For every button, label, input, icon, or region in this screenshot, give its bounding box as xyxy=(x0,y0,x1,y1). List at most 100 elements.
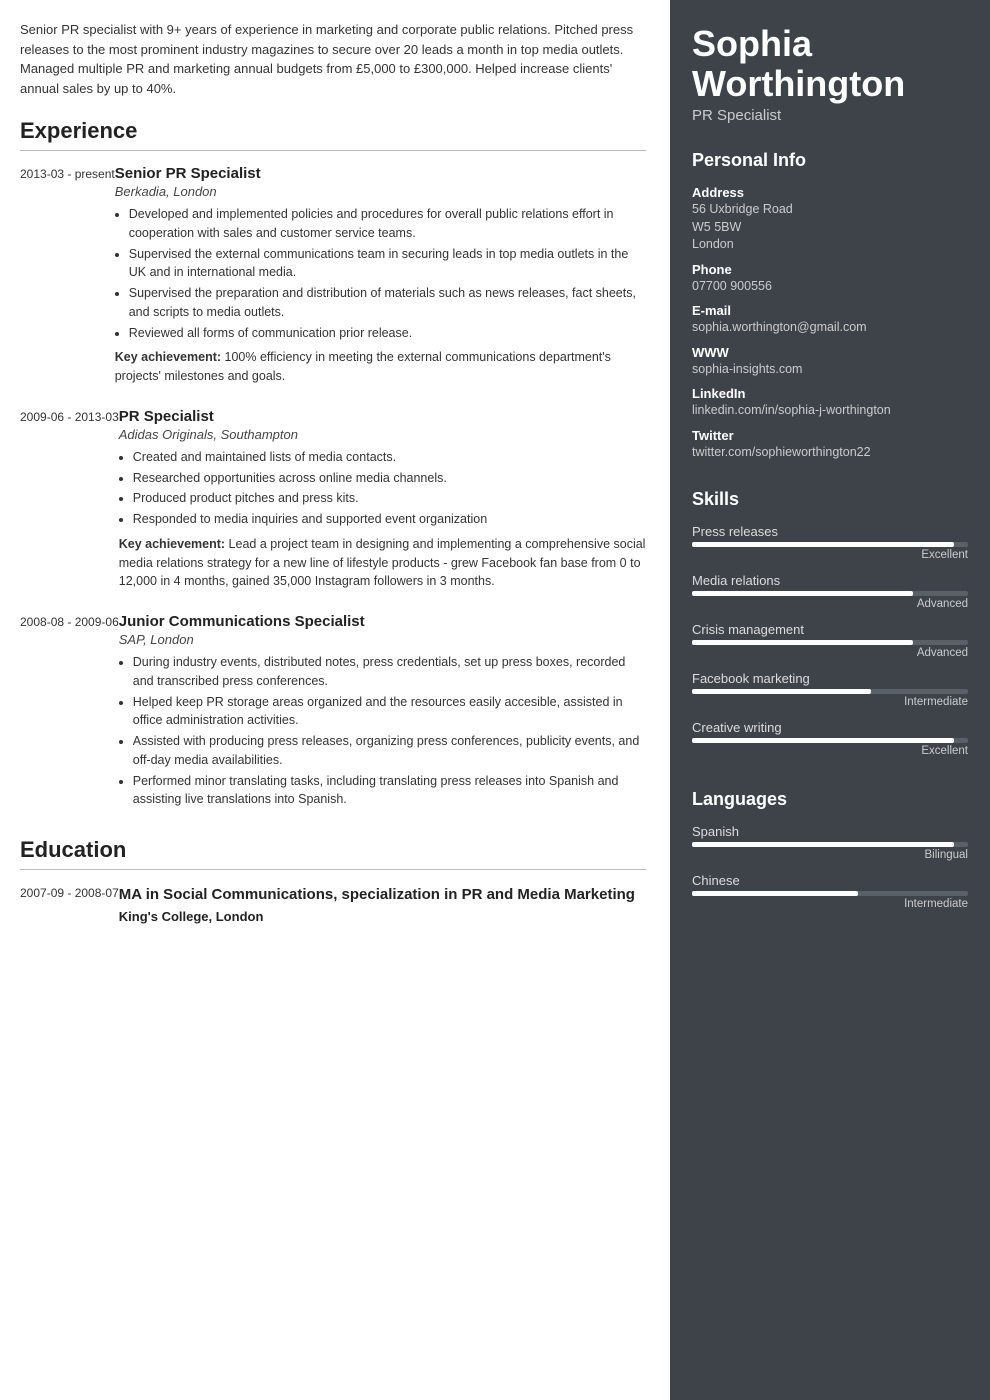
twitter-value: twitter.com/sophieworthington22 xyxy=(692,444,968,462)
edu-school: King's College, London xyxy=(119,909,635,924)
personal-info-title: Personal Info xyxy=(692,150,968,175)
bullet: Developed and implemented policies and p… xyxy=(129,205,646,243)
twitter-label: Twitter xyxy=(692,428,968,443)
skill-item: Facebook marketing Intermediate xyxy=(692,671,968,708)
address-label: Address xyxy=(692,185,968,200)
exp-job-title: Junior Communications Specialist xyxy=(119,613,646,630)
lang-bar-bg xyxy=(692,842,968,847)
exp-content: Senior PR Specialist Berkadia, London De… xyxy=(115,165,646,386)
bullet: During industry events, distributed note… xyxy=(133,653,646,691)
exp-bullets: During industry events, distributed note… xyxy=(119,653,646,809)
exp-company: Adidas Originals, Southampton xyxy=(119,427,646,442)
skill-bar-fill xyxy=(692,542,954,547)
key-achievement: Key achievement: 100% efficiency in meet… xyxy=(115,348,646,386)
email-value: sophia.worthington@gmail.com xyxy=(692,319,968,337)
bullet: Responded to media inquiries and support… xyxy=(133,510,646,529)
bullet: Created and maintained lists of media co… xyxy=(133,448,646,467)
key-achievement: Key achievement: Lead a project team in … xyxy=(119,535,646,591)
right-column: SophiaWorthington PR Specialist Personal… xyxy=(670,0,990,1400)
personal-info-section: Personal Info Address 56 Uxbridge Road W… xyxy=(670,136,990,475)
skill-name: Facebook marketing xyxy=(692,671,968,686)
skills-list: Press releases Excellent Media relations… xyxy=(692,524,968,757)
exp-job-title: Senior PR Specialist xyxy=(115,165,646,182)
www-label: WWW xyxy=(692,345,968,360)
lang-name: Spanish xyxy=(692,824,968,839)
bullet: Helped keep PR storage areas organized a… xyxy=(133,693,646,731)
skill-name: Press releases xyxy=(692,524,968,539)
skill-name: Crisis management xyxy=(692,622,968,637)
bullet: Supervised the preparation and distribut… xyxy=(129,284,646,322)
email-label: E-mail xyxy=(692,303,968,318)
lang-name: Chinese xyxy=(692,873,968,888)
summary: Senior PR specialist with 9+ years of ex… xyxy=(20,20,646,98)
education-title: Education xyxy=(20,837,646,863)
skill-name: Media relations xyxy=(692,573,968,588)
skill-bar-bg xyxy=(692,738,968,743)
education-list: 2007-09 - 2008-07 MA in Social Communica… xyxy=(20,884,646,924)
skill-level: Intermediate xyxy=(692,696,968,708)
skill-level: Excellent xyxy=(692,745,968,757)
skill-bar-bg xyxy=(692,640,968,645)
lang-level: Intermediate xyxy=(692,898,968,910)
skill-bar-bg xyxy=(692,689,968,694)
edu-dates: 2007-09 - 2008-07 xyxy=(20,884,119,924)
linkedin-label: LinkedIn xyxy=(692,386,968,401)
experience-item: 2008-08 - 2009-06 Junior Communications … xyxy=(20,613,646,815)
education-divider xyxy=(20,869,646,870)
skill-item: Crisis management Advanced xyxy=(692,622,968,659)
skills-section: Skills Press releases Excellent Media re… xyxy=(670,475,990,775)
bullet: Reviewed all forms of communication prio… xyxy=(129,324,646,343)
linkedin-value: linkedin.com/in/sophia-j-worthington xyxy=(692,402,968,420)
exp-dates: 2013-03 - present xyxy=(20,165,115,386)
skill-bar-bg xyxy=(692,591,968,596)
lang-level: Bilingual xyxy=(692,849,968,861)
lang-bar-fill xyxy=(692,891,858,896)
candidate-name: SophiaWorthington xyxy=(692,24,968,103)
skill-bar-fill xyxy=(692,591,913,596)
experience-divider xyxy=(20,150,646,151)
bullet: Assisted with producing press releases, … xyxy=(133,732,646,770)
languages-section: Languages Spanish Bilingual Chinese Inte… xyxy=(670,775,990,928)
edu-degree: MA in Social Communications, specializat… xyxy=(119,884,635,905)
exp-content: Junior Communications Specialist SAP, Lo… xyxy=(119,613,646,815)
education-item: 2007-09 - 2008-07 MA in Social Communica… xyxy=(20,884,646,924)
skill-item: Media relations Advanced xyxy=(692,573,968,610)
exp-company: SAP, London xyxy=(119,632,646,647)
exp-company: Berkadia, London xyxy=(115,184,646,199)
bullet: Supervised the external communications t… xyxy=(129,245,646,283)
phone-value: 07700 900556 xyxy=(692,278,968,296)
languages-list: Spanish Bilingual Chinese Intermediate xyxy=(692,824,968,910)
language-item: Spanish Bilingual xyxy=(692,824,968,861)
exp-dates: 2008-08 - 2009-06 xyxy=(20,613,119,815)
skill-bar-bg xyxy=(692,542,968,547)
exp-job-title: PR Specialist xyxy=(119,408,646,425)
www-value: sophia-insights.com xyxy=(692,361,968,379)
experience-title: Experience xyxy=(20,118,646,144)
candidate-header: SophiaWorthington PR Specialist xyxy=(670,0,990,136)
phone-label: Phone xyxy=(692,262,968,277)
candidate-title: PR Specialist xyxy=(692,107,968,124)
lang-bar-fill xyxy=(692,842,954,847)
skill-level: Excellent xyxy=(692,549,968,561)
exp-bullets: Developed and implemented policies and p… xyxy=(115,205,646,342)
exp-dates: 2009-06 - 2013-03 xyxy=(20,408,119,591)
skill-bar-fill xyxy=(692,689,871,694)
exp-content: PR Specialist Adidas Originals, Southamp… xyxy=(119,408,646,591)
skill-bar-fill xyxy=(692,640,913,645)
bullet: Produced product pitches and press kits. xyxy=(133,489,646,508)
skill-level: Advanced xyxy=(692,647,968,659)
experience-item: 2013-03 - present Senior PR Specialist B… xyxy=(20,165,646,386)
skill-bar-fill xyxy=(692,738,954,743)
address-value: 56 Uxbridge Road W5 5BW London xyxy=(692,201,968,254)
left-column: Senior PR specialist with 9+ years of ex… xyxy=(0,0,670,1400)
experience-list: 2013-03 - present Senior PR Specialist B… xyxy=(20,165,646,815)
language-item: Chinese Intermediate xyxy=(692,873,968,910)
edu-content: MA in Social Communications, specializat… xyxy=(119,884,635,924)
experience-item: 2009-06 - 2013-03 PR Specialist Adidas O… xyxy=(20,408,646,591)
skill-item: Press releases Excellent xyxy=(692,524,968,561)
skill-level: Advanced xyxy=(692,598,968,610)
skills-title: Skills xyxy=(692,489,968,514)
exp-bullets: Created and maintained lists of media co… xyxy=(119,448,646,529)
skill-item: Creative writing Excellent xyxy=(692,720,968,757)
languages-title: Languages xyxy=(692,789,968,814)
